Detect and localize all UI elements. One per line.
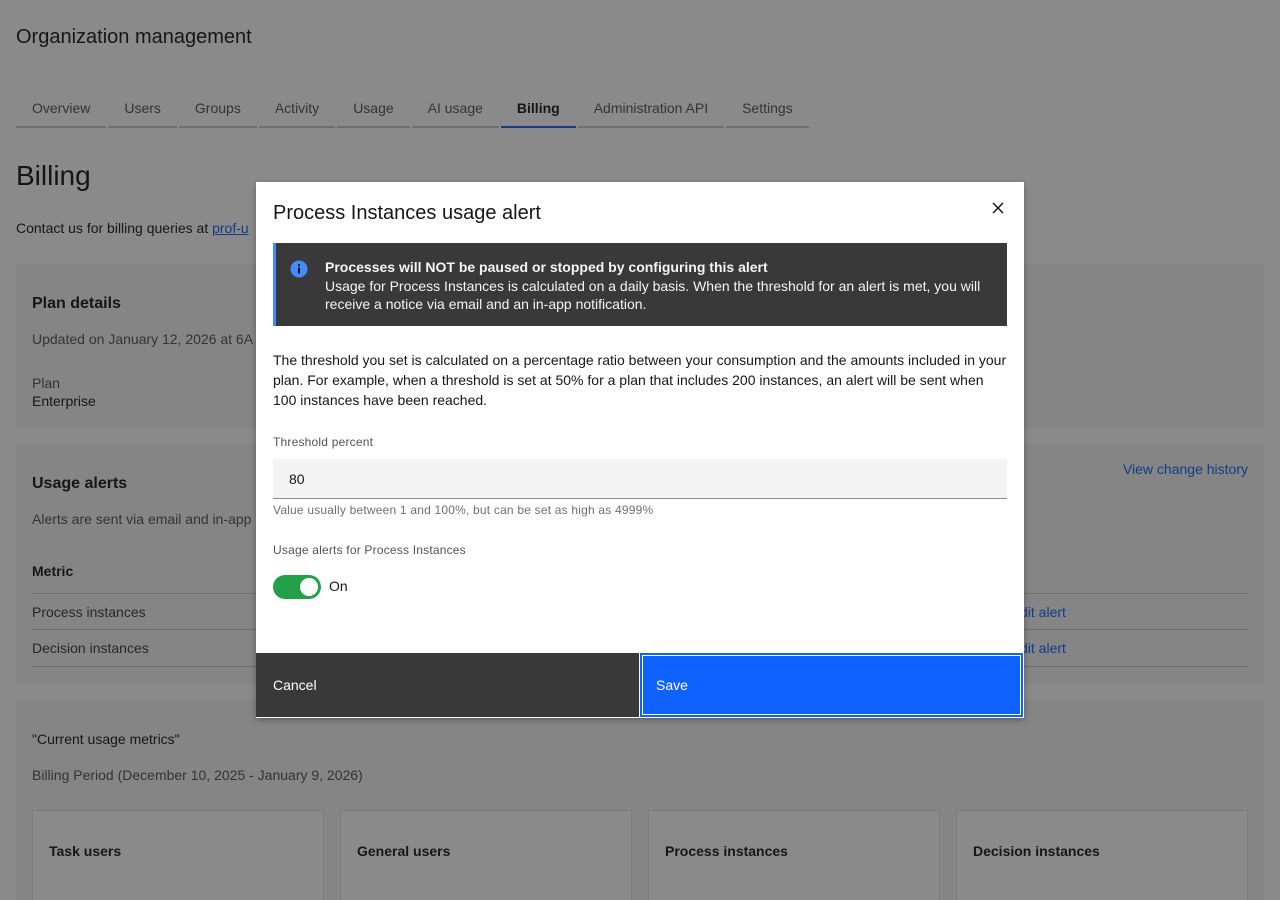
toggle-state-text: On: [329, 578, 348, 594]
close-button[interactable]: [982, 192, 1014, 224]
modal-title: Process Instances usage alert: [273, 202, 541, 224]
threshold-input[interactable]: [273, 459, 1007, 499]
threshold-description: The threshold you set is calculated on a…: [273, 352, 1007, 408]
threshold-helper-text: Value usually between 1 and 100%, but ca…: [273, 503, 654, 517]
modal-footer: Cancel Save: [256, 653, 1024, 718]
info-notification: Processes will NOT be paused or stopped …: [273, 243, 1007, 326]
usage-alert-modal: Process Instances usage alert Processes …: [256, 182, 1024, 718]
close-icon: [992, 202, 1004, 214]
threshold-label: Threshold percent: [273, 435, 374, 449]
notification-body: Usage for Process Instances is calculate…: [325, 278, 981, 312]
notification-title: Processes will NOT be paused or stopped …: [325, 259, 768, 275]
toggle-label: Usage alerts for Process Instances: [273, 543, 466, 557]
usage-alerts-toggle[interactable]: [273, 575, 321, 599]
info-icon: [290, 260, 308, 283]
save-button[interactable]: Save: [640, 653, 1023, 717]
toggle-knob: [300, 578, 318, 596]
cancel-button[interactable]: Cancel: [256, 653, 640, 717]
